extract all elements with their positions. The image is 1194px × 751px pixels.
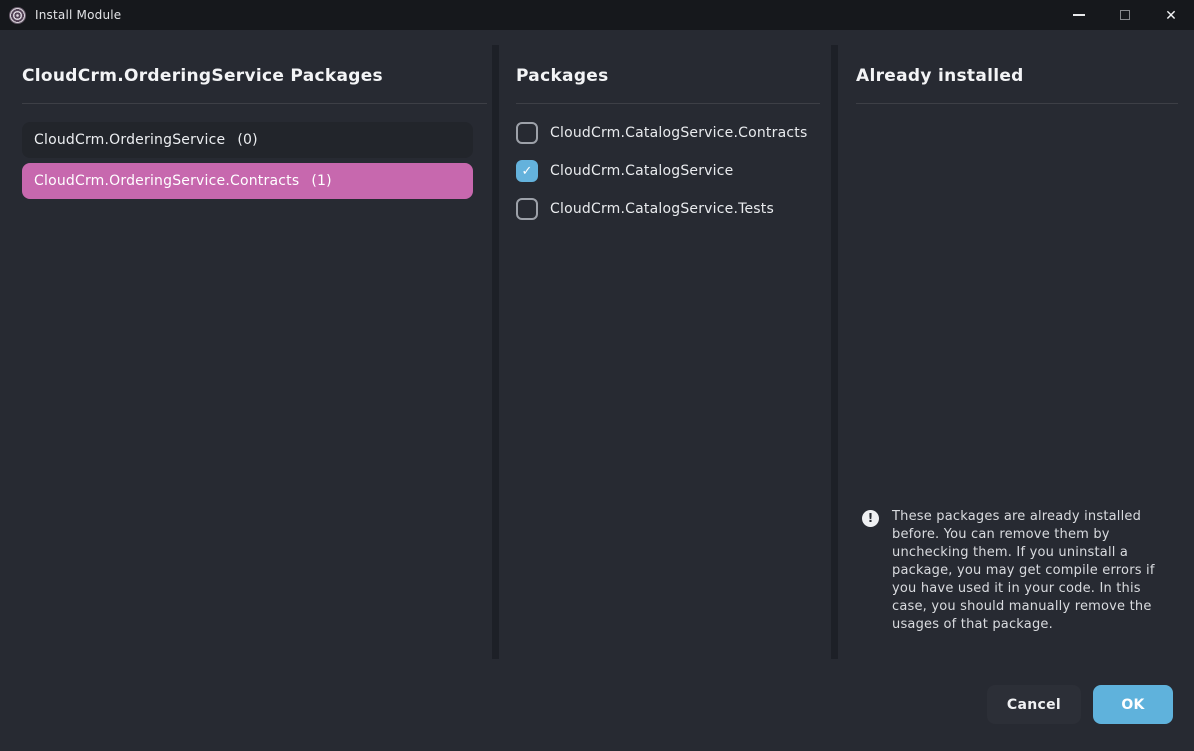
column-separator	[831, 45, 838, 659]
checkbox[interactable]: ✓	[516, 122, 538, 144]
install-module-dialog: Install Module ✕ CloudCrm.OrderingServic…	[0, 0, 1194, 751]
package-count: (1)	[311, 173, 331, 189]
minimize-icon	[1073, 14, 1085, 16]
maximize-icon	[1120, 10, 1130, 20]
window-controls: ✕	[1056, 0, 1194, 30]
checkbox[interactable]: ✓	[516, 160, 538, 182]
left-header-divider	[22, 103, 487, 104]
package-list-item[interactable]: CloudCrm.OrderingService (0)	[22, 122, 473, 158]
package-checkbox-row[interactable]: ✓ CloudCrm.CatalogService.Tests	[516, 198, 774, 220]
checkbox-label: CloudCrm.CatalogService.Contracts	[550, 125, 807, 141]
maximize-button[interactable]	[1102, 0, 1148, 30]
checkbox-label: CloudCrm.CatalogService	[550, 163, 733, 179]
left-panel-header: CloudCrm.OrderingService Packages	[22, 66, 383, 86]
close-icon: ✕	[1165, 8, 1177, 22]
checkbox-label: CloudCrm.CatalogService.Tests	[550, 201, 774, 217]
checkbox[interactable]: ✓	[516, 198, 538, 220]
package-list-item[interactable]: CloudCrm.OrderingService.Contracts (1)	[22, 163, 473, 199]
package-name: CloudCrm.OrderingService	[34, 132, 225, 148]
already-installed-header: Already installed	[856, 66, 1024, 86]
already-installed-note: ! These packages are already installed b…	[862, 508, 1162, 634]
app-logo-icon	[9, 7, 26, 24]
cancel-button[interactable]: Cancel	[987, 685, 1081, 724]
package-name: CloudCrm.OrderingService.Contracts	[34, 173, 299, 189]
column-separator	[492, 45, 499, 659]
close-button[interactable]: ✕	[1148, 0, 1194, 30]
minimize-button[interactable]	[1056, 0, 1102, 30]
check-icon: ✓	[522, 165, 533, 178]
ok-button[interactable]: OK	[1093, 685, 1173, 724]
note-text: These packages are already installed bef…	[892, 508, 1160, 634]
titlebar: Install Module ✕	[0, 0, 1194, 30]
package-count: (0)	[237, 132, 257, 148]
already-installed-divider	[856, 103, 1178, 104]
window-title: Install Module	[35, 8, 121, 22]
package-checkbox-row[interactable]: ✓ CloudCrm.CatalogService	[516, 160, 733, 182]
packages-header-divider	[516, 103, 820, 104]
dialog-footer: Cancel OK	[987, 685, 1173, 724]
packages-header: Packages	[516, 66, 609, 86]
alert-icon: !	[862, 510, 879, 527]
package-checkbox-row[interactable]: ✓ CloudCrm.CatalogService.Contracts	[516, 122, 807, 144]
